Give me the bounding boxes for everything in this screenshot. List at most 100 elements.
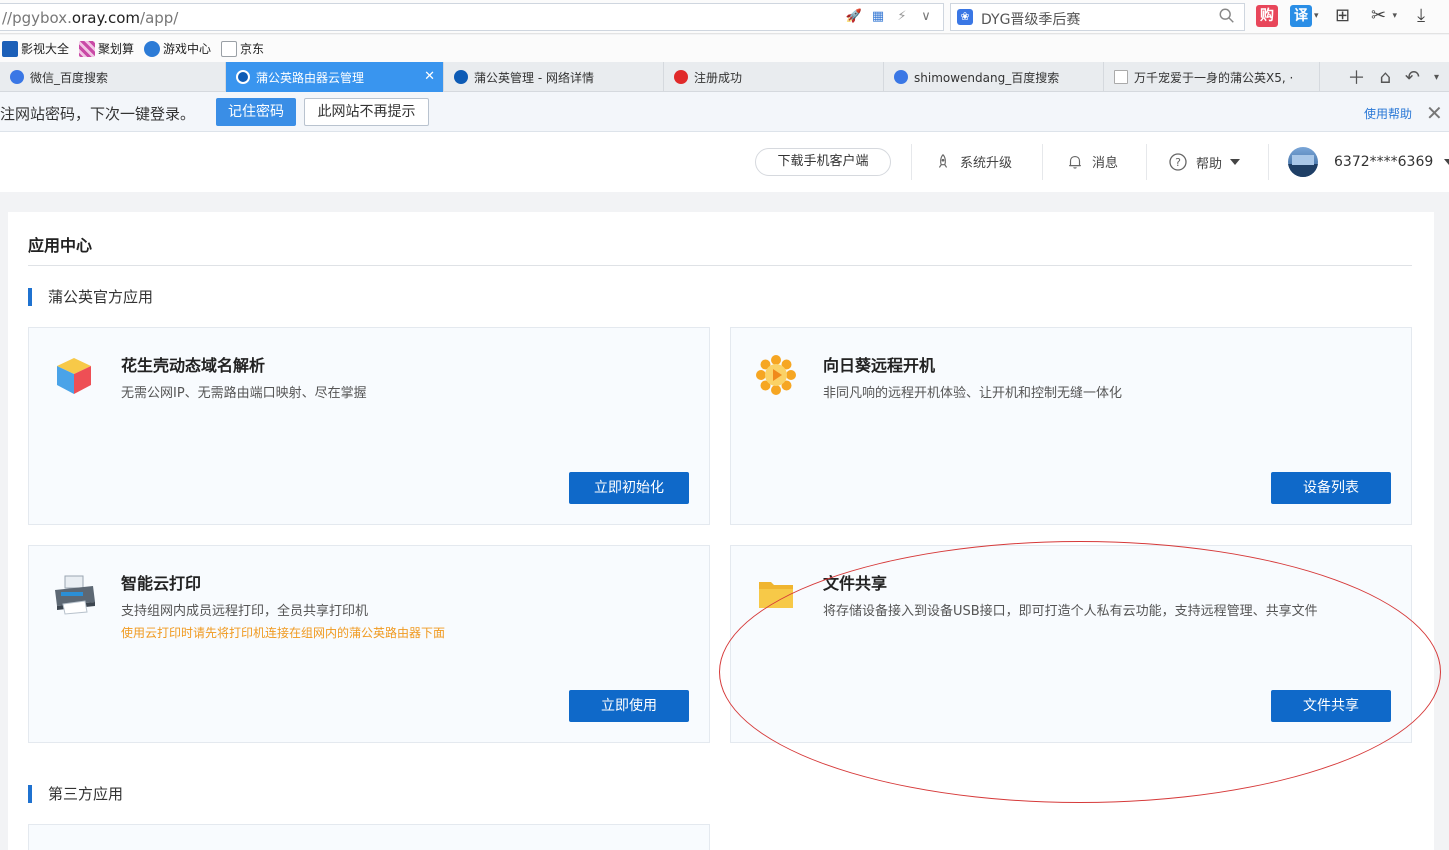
download-icon[interactable]: ⤓ [1409, 4, 1433, 28]
tab-pgy-x5[interactable]: 万千宠爱于一身的蒲公英X5, · [1104, 62, 1320, 92]
page-header: 下载手机客户端 系统升级 消息 ? 帮助 6372****6369 [0, 132, 1449, 192]
tab-register-success[interactable]: 注册成功 [664, 62, 884, 92]
page-icon [1114, 70, 1128, 84]
chevron-down-icon[interactable]: ▾ [1314, 11, 1319, 21]
search-input[interactable]: ❀ DYG晋级季后赛 [950, 3, 1245, 31]
tab-weixin-search[interactable]: 微信_百度搜索 [0, 62, 226, 92]
caret-down-icon [1443, 159, 1449, 165]
baidu-paw-icon [10, 70, 24, 84]
svg-text:?: ? [1175, 156, 1181, 169]
file-sharing-button[interactable]: 文件共享 [1271, 690, 1391, 722]
card-description: 无需公网IP、无需路由端口映射、尽在掌握 [121, 386, 367, 401]
rocket-icon[interactable]: 🚀 [845, 8, 863, 26]
divider [1146, 144, 1147, 180]
use-now-button[interactable]: 立即使用 [569, 690, 689, 722]
lightning-icon[interactable]: ⚡ [893, 8, 911, 26]
qrcode-icon[interactable]: ▦ [869, 8, 887, 26]
card-title: 向日葵远程开机 [823, 356, 936, 375]
pgy-logo-icon [454, 70, 468, 84]
close-icon[interactable]: ✕ [1426, 101, 1443, 125]
app-card-sunlogin-wol: 向日葵远程开机 非同凡响的远程开机体验、让开机和控制无缝一体化 设备列表 [730, 327, 1412, 525]
password-save-bar: 注网站密码，下次一键登录。 记住密码 此网站不再提示 使用帮助 ✕ [0, 92, 1449, 132]
device-list-button[interactable]: 设备列表 [1271, 472, 1391, 504]
download-app-button[interactable]: 下载手机客户端 [755, 148, 891, 176]
tab-strip: 微信_百度搜索 蒲公英路由器云管理 ✕ 蒲公英管理 - 网络详情 注册成功 shi… [0, 62, 1449, 92]
baidu-paw-icon [894, 70, 908, 84]
avatar[interactable] [1288, 147, 1318, 177]
close-icon[interactable]: ✕ [424, 69, 435, 84]
app-card-file-sharing: 文件共享 将存储设备接入到设备USB接口，即可打造个人私有云功能，支持远程管理、… [730, 545, 1412, 743]
section-title: 第三方应用 [48, 785, 124, 803]
upgrade-label: 系统升级 [960, 156, 1013, 171]
app-card-peanut-ddns: 花生壳动态域名解析 无需公网IP、无需路由端口映射、尽在掌握 立即初始化 [28, 327, 710, 525]
search-text: DYG晋级季后赛 [981, 12, 1081, 28]
page-icon [221, 40, 238, 57]
url-input[interactable]: //pgybox.oray.com/app/ 🚀 ▦ ⚡ ∨ [0, 3, 944, 31]
weibo-icon [674, 70, 688, 84]
initialize-button[interactable]: 立即初始化 [569, 472, 689, 504]
app-card-cloud-print: 智能云打印 支持组网内成员远程打印，全员共享打印机 使用云打印时请先将打印机连接… [28, 545, 710, 743]
section-title: 蒲公英官方应用 [48, 288, 154, 306]
bookmark-item[interactable]: 聚划算 [79, 40, 134, 57]
printer-icon [55, 575, 95, 615]
tab-shimowendang-search[interactable]: shimowendang_百度搜索 [884, 62, 1104, 92]
system-upgrade-button[interactable]: 系统升级 [934, 152, 1012, 171]
password-message: 注网站密码，下次一键登录。 [0, 105, 196, 123]
translate-icon[interactable]: 译 [1290, 5, 1312, 27]
caret-down-icon [1230, 159, 1241, 165]
pgy-logo-icon [236, 70, 250, 84]
messages-button[interactable]: 消息 [1066, 152, 1118, 171]
remember-password-button[interactable]: 记住密码 [216, 98, 296, 126]
cube-icon [57, 358, 91, 394]
help-link[interactable]: 使用帮助 [1364, 105, 1412, 122]
tab-pgy-router-cloud[interactable]: 蒲公英路由器云管理 ✕ [226, 62, 444, 92]
card-title: 智能云打印 [121, 574, 202, 593]
scissors-icon[interactable]: ✂ [1367, 4, 1391, 28]
bell-icon [1069, 155, 1081, 169]
card-description: 将存储设备接入到设备USB接口，即可打造个人私有云功能，支持远程管理、共享文件 [823, 604, 1318, 619]
section-header-third-party: 第三方应用 [28, 783, 123, 804]
address-bar-row: //pgybox.oray.com/app/ 🚀 ▦ ⚡ ∨ ❀ DYG晋级季后… [0, 0, 1449, 34]
tab-manager-icon[interactable]: ⌂ [1379, 67, 1390, 88]
card-title: 花生壳动态域名解析 [121, 356, 266, 375]
card-note: 使用云打印时请先将打印机连接在组网内的蒲公英路由器下面 [121, 626, 446, 640]
game-icon [144, 40, 161, 57]
page-title: 应用中心 [28, 236, 93, 255]
divider [1268, 144, 1269, 180]
baidu-paw-icon: ❀ [957, 9, 973, 25]
sunflower-icon [756, 355, 796, 395]
tab-pgy-network-detail[interactable]: 蒲公英管理 - 网络详情 [444, 62, 664, 92]
url-text: //pgybox.oray.com/app/ [2, 9, 179, 27]
undo-close-icon[interactable]: ↶ [1405, 67, 1420, 88]
bookmark-item[interactable]: 游戏中心 [144, 40, 211, 57]
card-description: 非同凡响的远程开机体验、让开机和控制无缝一体化 [823, 386, 1123, 401]
help-label: 帮助 [1196, 156, 1223, 172]
chevron-down-icon[interactable]: ▾ [1393, 11, 1398, 21]
bookmark-item[interactable]: 影视大全 [2, 40, 69, 57]
divider [911, 144, 912, 180]
chevron-down-icon[interactable]: ▾ [1434, 72, 1439, 83]
new-tab-icon[interactable]: ＋ [1347, 64, 1365, 90]
rocket-icon [938, 153, 948, 168]
section-accent [28, 784, 32, 803]
app-center-panel: 应用中心 蒲公英官方应用 花生壳动态域名解析 无需公网IP、无需路由端口映射、尽… [8, 212, 1434, 850]
divider [1042, 144, 1043, 180]
apps-grid-icon[interactable]: ⊞ [1331, 4, 1355, 28]
never-prompt-button[interactable]: 此网站不再提示 [304, 98, 429, 126]
help-menu[interactable]: ? 帮助 [1168, 152, 1241, 172]
card-title: 文件共享 [823, 574, 888, 593]
question-circle-icon: ? [1169, 153, 1187, 171]
card-description: 支持组网内成员远程打印，全员共享打印机 [121, 604, 369, 619]
folder-icon [759, 582, 793, 608]
video-icon [2, 40, 18, 57]
search-icon[interactable] [1218, 7, 1236, 25]
bookmarks-bar: 影视大全 聚划算 游戏中心 京东 [0, 35, 1449, 62]
divider [28, 265, 1412, 266]
user-menu[interactable]: 6372****6369 [1334, 154, 1449, 170]
bookmark-item[interactable]: 京东 [221, 40, 264, 57]
section-accent [28, 287, 32, 306]
app-card-third-party [28, 824, 710, 850]
shopping-icon[interactable]: 购 [1256, 5, 1278, 27]
chevron-down-icon[interactable]: ∨ [917, 8, 935, 26]
deal-icon [79, 40, 96, 57]
